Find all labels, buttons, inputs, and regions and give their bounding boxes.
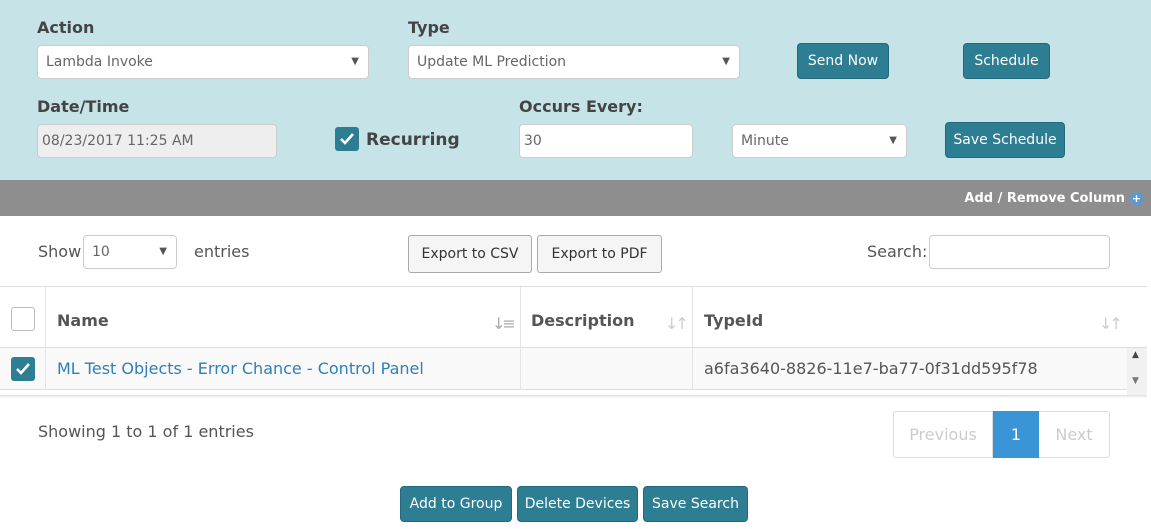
search-label: Search:: [867, 242, 928, 261]
table-info: Showing 1 to 1 of 1 entries: [38, 422, 254, 441]
scroll-down-icon[interactable]: ▼: [1132, 376, 1139, 386]
column-header-typeid-label: TypeId: [704, 311, 764, 330]
type-label: Type: [408, 18, 450, 37]
page-1-button[interactable]: 1: [993, 411, 1039, 458]
interval-unit-select[interactable]: Minute ▼: [732, 124, 907, 158]
sort-icon[interactable]: ↓↑: [1099, 314, 1123, 333]
schedule-button[interactable]: Schedule: [963, 43, 1050, 79]
action-select[interactable]: Lambda Invoke ▼: [37, 45, 369, 79]
recurring-label: Recurring: [366, 130, 460, 150]
entries-label: entries: [194, 242, 250, 261]
type-select-value: Update ML Prediction: [417, 54, 567, 70]
sort-icon[interactable]: ↓↑: [665, 314, 689, 333]
entries-length-select[interactable]: 10 ▼: [83, 235, 177, 269]
caret-down-icon: ▼: [889, 135, 897, 146]
column-header-description-label: Description: [531, 311, 635, 330]
delete-devices-button[interactable]: Delete Devices: [517, 486, 638, 522]
header-select-cell: [0, 287, 46, 348]
type-select[interactable]: Update ML Prediction ▼: [408, 45, 740, 79]
occurs-every-input[interactable]: 30: [519, 124, 693, 158]
action-select-value: Lambda Invoke: [46, 54, 153, 70]
column-header-name[interactable]: Name ↓≡: [46, 287, 521, 348]
datetime-label: Date/Time: [37, 97, 130, 116]
scroll-up-icon[interactable]: ▲: [1132, 350, 1139, 360]
sort-asc-icon[interactable]: ↓≡: [492, 314, 516, 333]
column-header-name-label: Name: [57, 311, 109, 330]
row-name-cell: ML Test Objects - Error Chance - Control…: [46, 348, 521, 390]
next-page-button[interactable]: Next: [1039, 412, 1109, 457]
table-scrollbar[interactable]: ▲ ▼: [1127, 348, 1147, 396]
pagination: Previous 1 Next: [893, 411, 1110, 458]
table-bottom-shadow: [0, 395, 1147, 398]
caret-down-icon: ▼: [722, 56, 730, 67]
export-csv-button[interactable]: Export to CSV: [408, 235, 532, 273]
export-pdf-button[interactable]: Export to PDF: [537, 235, 662, 273]
search-input[interactable]: [929, 235, 1110, 269]
table-row[interactable]: ML Test Objects - Error Chance - Control…: [0, 348, 1127, 390]
recurring-checkbox[interactable]: [335, 127, 359, 151]
add-to-group-button[interactable]: Add to Group: [400, 486, 512, 522]
save-search-button[interactable]: Save Search: [643, 486, 748, 522]
action-label: Action: [37, 18, 95, 37]
add-remove-column-link[interactable]: Add / Remove Column: [964, 191, 1125, 206]
save-schedule-button[interactable]: Save Schedule: [945, 122, 1065, 158]
column-header-typeid[interactable]: TypeId ↓↑: [693, 287, 1147, 348]
caret-down-icon: ▼: [351, 56, 359, 67]
row-checkbox[interactable]: [11, 357, 35, 381]
row-typeid: a6fa3640-8826-11e7-ba77-0f31dd595f78: [704, 359, 1038, 378]
row-select-cell: [0, 348, 46, 390]
datetime-input[interactable]: 08/23/2017 11:25 AM: [37, 124, 277, 158]
entries-length-value: 10: [92, 244, 110, 260]
show-label: Show: [38, 242, 82, 261]
previous-page-button[interactable]: Previous: [894, 412, 993, 457]
column-header-description[interactable]: Description ↓↑: [521, 287, 693, 348]
caret-down-icon: ▼: [159, 246, 167, 257]
row-description-cell: [521, 348, 693, 390]
schedule-panel: Action Lambda Invoke ▼ Type Update ML Pr…: [0, 0, 1151, 180]
check-icon: [16, 363, 30, 375]
occurs-every-label: Occurs Every:: [519, 97, 643, 116]
plus-circle-icon[interactable]: +: [1130, 192, 1143, 205]
select-all-checkbox[interactable]: [11, 307, 35, 331]
send-now-button[interactable]: Send Now: [797, 43, 889, 79]
column-toolbar: Add / Remove Column +: [0, 180, 1151, 216]
check-icon: [340, 133, 354, 145]
interval-unit-value: Minute: [741, 133, 789, 149]
table-header: Name ↓≡ Description ↓↑ TypeId ↓↑: [0, 286, 1147, 348]
device-name-link[interactable]: ML Test Objects - Error Chance - Control…: [57, 359, 424, 378]
